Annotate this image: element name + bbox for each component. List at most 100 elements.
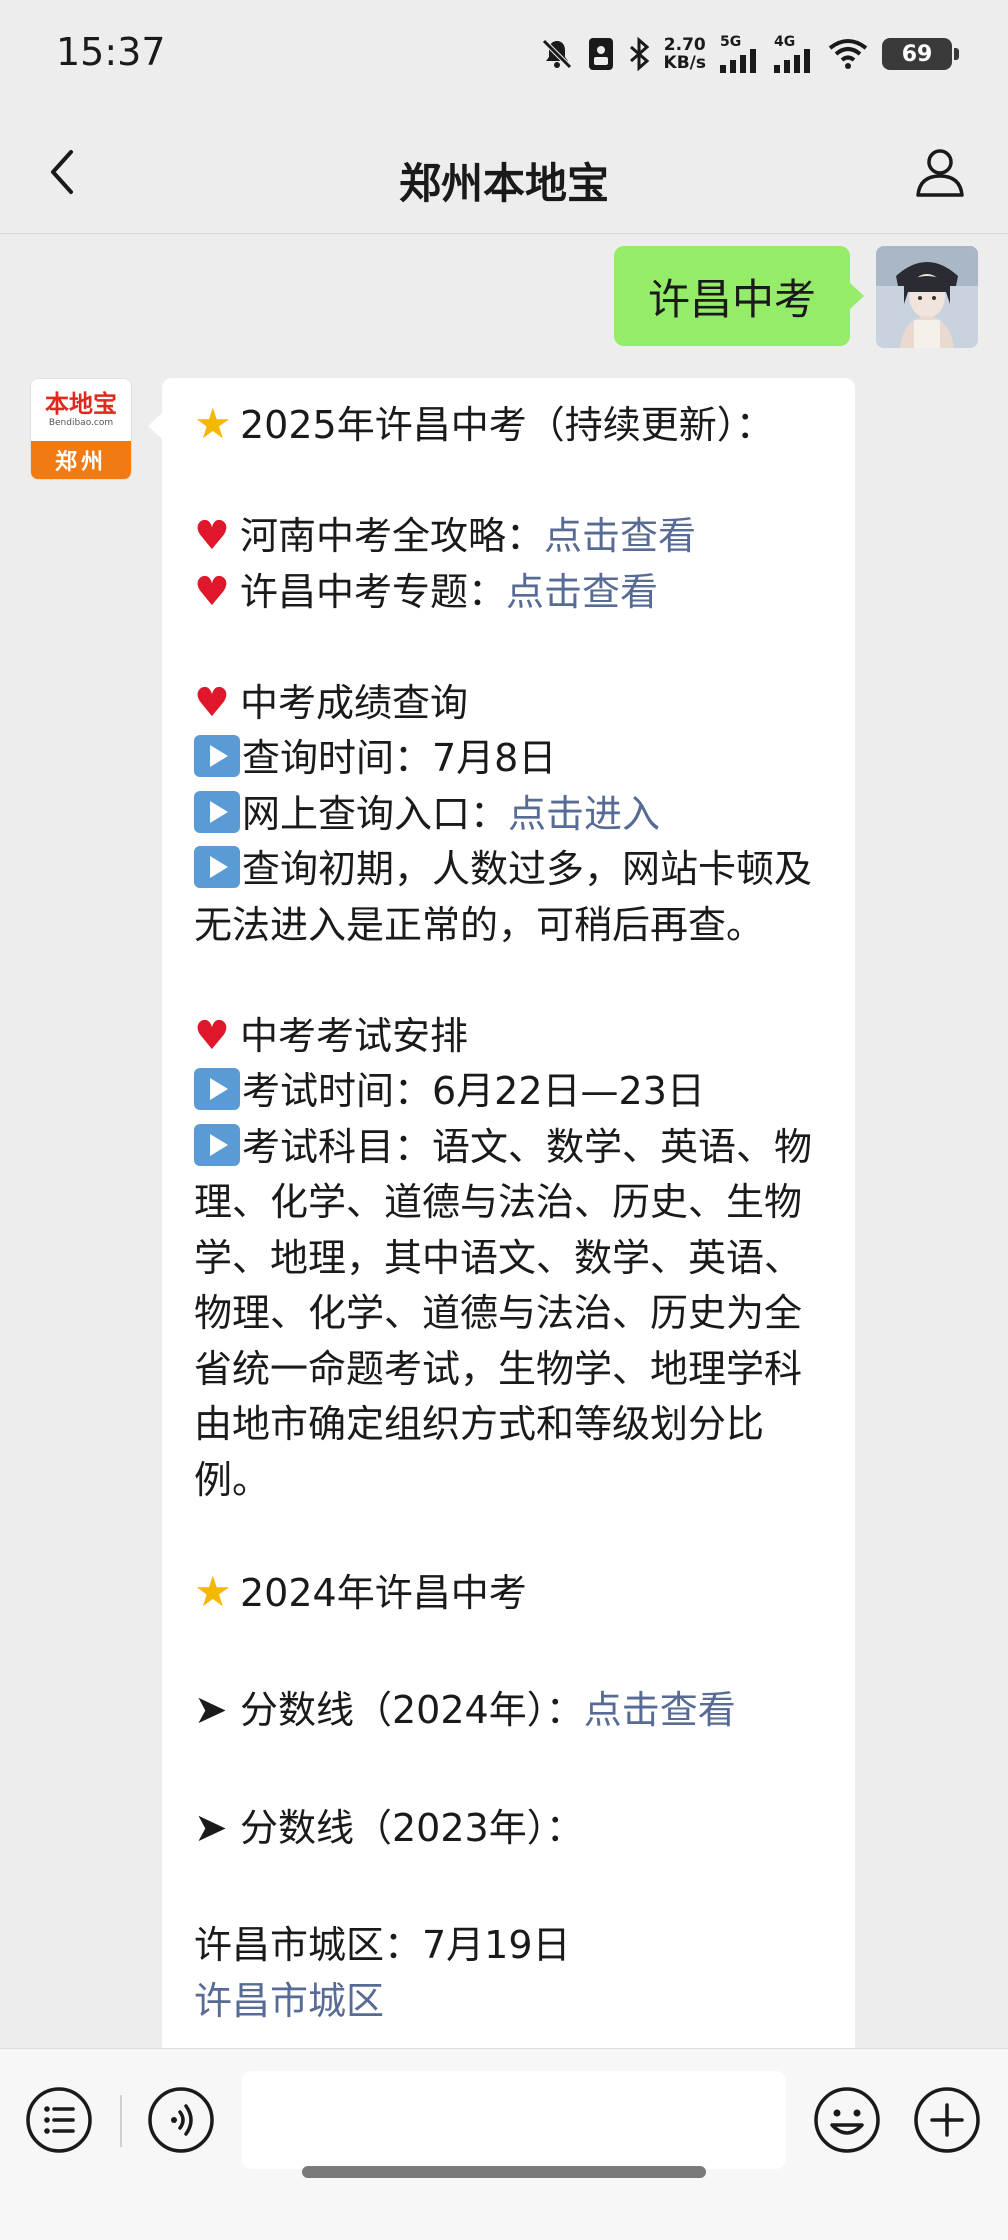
urban-link[interactable]: 许昌市城区 <box>194 1979 384 2023</box>
incoming-message-row: 本地宝 Bendibao.com 郑州 ★ 2025年许昌中考（持续更新）： ♥ 河… <box>30 378 855 2048</box>
mute-bell-icon <box>540 37 574 71</box>
sender-avatar[interactable]: 本地宝 Bendibao.com 郑州 <box>30 378 132 480</box>
exam-subjects: 考试科目：语文、数学、英语、物理、化学、道德与法治、历史、生物学、地理，其中语文… <box>194 1124 813 1502</box>
input-bar-divider <box>120 2095 122 2147</box>
home-indicator[interactable] <box>302 2166 706 2178</box>
guide-line: ♥ 河南中考全攻略：点击查看 <box>194 509 833 565</box>
score-2024-link[interactable]: 点击查看 <box>584 1688 736 1732</box>
query-entry-link[interactable]: 点击进入 <box>508 792 660 836</box>
outgoing-message-text: 许昌中考 <box>647 274 816 324</box>
urban-link-line: 许昌市城区 <box>194 1974 833 2030</box>
status-icons: 2.70 KB/s 5G 4G 69 <box>540 32 959 76</box>
heart-icon: ♥ <box>194 568 230 615</box>
topic-label: 许昌中考专题： <box>240 569 507 614</box>
signal-4g: 4G <box>774 35 814 73</box>
outgoing-message-bubble[interactable]: 许昌中考 <box>613 246 865 346</box>
topic-line: ♥ 许昌中考专题：点击查看 <box>194 565 833 621</box>
my-avatar[interactable] <box>876 246 978 348</box>
network-speed-unit: KB/s <box>663 53 706 73</box>
chat-messages[interactable]: 许昌中考 本地宝 Bendibao.com 郑州 ★ 2025年许昌中考（持续更… <box>0 234 1008 2048</box>
bluetooth-icon <box>628 37 650 71</box>
battery-level: 69 <box>901 41 933 67</box>
query-entry-label: 网上查询入口： <box>242 791 509 836</box>
star-icon: ★ <box>194 399 232 448</box>
signal-icon <box>720 49 756 73</box>
sim-card-icon <box>588 37 614 71</box>
bendibao-logo: 本地宝 Bendibao.com <box>31 379 131 441</box>
person-icon <box>916 149 964 197</box>
heart-icon: ♥ <box>194 1012 230 1059</box>
section-2024-line: ★ 2024年许昌中考 <box>194 1564 833 1622</box>
query-time: 查询时间：7月8日 <box>242 736 557 780</box>
network-speed-value: 2.70 <box>663 35 706 55</box>
topic-link[interactable]: 点击查看 <box>506 570 658 614</box>
network-speed: 2.70 KB/s <box>664 36 706 72</box>
outgoing-message-row: 许昌中考 <box>613 246 978 348</box>
wifi-icon <box>828 38 868 70</box>
exam-time: 考试时间：6月22日—23日 <box>242 1069 705 1113</box>
score-2023-label: 分数线（2023年）： <box>240 1805 584 1850</box>
status-bar: 15:37 2.70 KB/s 5G 4G 69 <box>0 0 1008 110</box>
score-heading-line: ♥ 中考成绩查询 <box>194 676 833 732</box>
message-input[interactable] <box>242 2071 786 2169</box>
reply-title: 2025年许昌中考（持续更新）： <box>240 403 774 447</box>
score-heading: 中考成绩查询 <box>240 680 469 725</box>
exam-heading: 中考考试安排 <box>240 1013 469 1058</box>
signal-icon <box>774 49 810 73</box>
logo-city-text: 郑州 <box>31 441 131 479</box>
signal-5g-label: 5G <box>720 34 742 50</box>
battery-icon: 69 <box>882 38 959 70</box>
reply-title-line: ★ 2025年许昌中考（持续更新）： <box>194 396 833 454</box>
query-note: 查询初期，人数过多，网站卡顿及无法进入是正常的，可稍后再查。 <box>194 847 813 947</box>
guide-label: 河南中考全攻略： <box>240 514 545 558</box>
profile-button[interactable] <box>908 140 972 204</box>
logo-domain-text: Bendibao.com <box>48 418 114 428</box>
score-2023-line: ➤ 分数线（2023年）： <box>194 1801 833 1857</box>
score-2024-label: 分数线（2024年）： <box>240 1688 584 1732</box>
arrow-icon: ➤ <box>194 1687 228 1733</box>
query-time-line: 查询时间：7月8日 <box>194 731 833 787</box>
plus-icon <box>914 2087 980 2153</box>
exam-time-line: 考试时间：6月22日—23日 <box>194 1064 833 1120</box>
star-icon: ★ <box>194 1566 232 1616</box>
voice-button[interactable] <box>146 2085 216 2155</box>
play-icon <box>194 846 240 888</box>
emoji-button[interactable] <box>812 2085 882 2155</box>
message-input-bar <box>0 2048 1008 2240</box>
signal-5g: 5G <box>720 35 760 73</box>
logo-brand-text: 本地宝 <box>45 389 117 418</box>
urban-date: 许昌市城区：7月19日 <box>194 1923 571 1967</box>
query-note-line: 查询初期，人数过多，网站卡顿及无法进入是正常的，可稍后再查。 <box>194 842 833 953</box>
play-icon <box>194 1068 240 1110</box>
exam-heading-line: ♥ 中考考试安排 <box>194 1009 833 1065</box>
arrow-icon: ➤ <box>194 1804 228 1851</box>
signal-4g-label: 4G <box>774 34 796 50</box>
score-2024-line: ➤ 分数线（2024年）：点击查看 <box>194 1683 833 1739</box>
guide-link[interactable]: 点击查看 <box>544 514 696 558</box>
more-button[interactable] <box>912 2085 982 2155</box>
play-icon <box>194 790 240 833</box>
heart-icon: ♥ <box>194 679 230 726</box>
exam-subjects-line: 考试科目：语文、数学、英语、物理、化学、道德与法治、历史、生物学、地理，其中语文… <box>194 1120 833 1509</box>
voice-icon <box>148 2087 214 2153</box>
query-entry-line: 网上查询入口：点击进入 <box>194 787 833 843</box>
section-2024: 2024年许昌中考 <box>240 1570 527 1615</box>
play-icon <box>194 1123 240 1166</box>
incoming-message-bubble[interactable]: ★ 2025年许昌中考（持续更新）： ♥ 河南中考全攻略：点击查看 ♥ 许昌中考专题：… <box>148 378 855 2048</box>
service-menu-button[interactable] <box>24 2085 94 2155</box>
status-time: 15:37 <box>56 30 166 74</box>
urban-date-line: 许昌市城区：7月19日 <box>194 1918 833 1974</box>
list-menu-icon <box>26 2087 92 2153</box>
smiley-icon <box>814 2087 880 2153</box>
chat-title: 郑州本地宝 <box>398 159 609 208</box>
play-icon <box>194 735 240 777</box>
chat-header: 郑州本地宝 <box>0 110 1008 234</box>
heart-icon: ♥ <box>194 513 230 559</box>
